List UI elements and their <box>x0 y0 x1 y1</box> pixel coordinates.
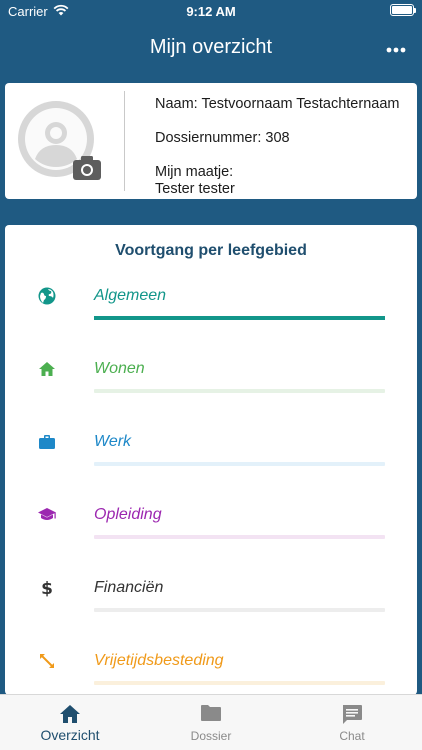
area-progress-bar <box>94 681 385 685</box>
area-financien[interactable]: $ Financiën <box>5 578 417 638</box>
expand-arrows-icon <box>37 651 57 671</box>
area-label: Wonen <box>94 360 145 377</box>
tab-label: Overzicht <box>40 727 100 743</box>
profile-name: Naam: Testvoornaam Testachternaam <box>155 96 400 112</box>
tab-chat[interactable]: Chat <box>282 695 422 750</box>
briefcase-icon <box>37 432 57 452</box>
area-opleiding[interactable]: Opleiding <box>5 505 417 565</box>
area-progress-bar <box>94 462 385 466</box>
area-vrijetijdsbesteding[interactable]: Vrijetijdsbesteding <box>5 651 417 695</box>
home-icon <box>37 359 57 379</box>
home-icon <box>0 704 140 726</box>
profile-card: Naam: Testvoornaam Testachternaam Dossie… <box>5 83 417 199</box>
profile-buddy-name: Tester tester <box>155 181 235 197</box>
tab-dossier[interactable]: Dossier <box>141 695 281 750</box>
more-horizontal-icon[interactable] <box>384 38 408 62</box>
nav-bar: Mijn overzicht <box>0 22 422 78</box>
progress-title: Voortgang per leefgebied <box>115 242 307 259</box>
globe-icon <box>37 286 57 306</box>
profile-info: Naam: Testvoornaam Testachternaam Dossie… <box>155 96 411 198</box>
area-label: Vrijetijdsbesteding <box>94 652 224 669</box>
progress-card: Voortgang per leefgebied Algemeen Wonen … <box>5 225 417 695</box>
area-progress-bar <box>94 316 385 320</box>
tab-label: Dossier <box>190 729 232 743</box>
tab-bar: Overzicht Dossier Chat <box>0 694 422 750</box>
area-progress-fill <box>94 316 385 320</box>
area-label: Financiën <box>94 579 164 596</box>
tab-label: Chat <box>339 729 365 743</box>
graduation-cap-icon <box>37 505 57 525</box>
profile-buddy-label: Mijn maatje: <box>155 164 234 180</box>
tab-overzicht[interactable]: Overzicht <box>0 695 140 750</box>
avatar[interactable] <box>16 99 102 185</box>
area-progress-bar <box>94 608 385 612</box>
profile-dossier-number: Dossiernummer: 308 <box>155 130 290 146</box>
camera-icon[interactable] <box>72 155 102 181</box>
dollar-icon: $ <box>37 578 57 598</box>
area-werk[interactable]: Werk <box>5 432 417 492</box>
area-progress-bar <box>94 535 385 539</box>
area-progress-bar <box>94 389 385 393</box>
svg-text:$: $ <box>41 579 53 598</box>
folder-icon <box>141 704 281 726</box>
area-algemeen[interactable]: Algemeen <box>5 286 417 346</box>
divider <box>124 91 125 191</box>
status-bar: Carrier 9:12 AM <box>0 0 422 22</box>
battery-fill <box>392 6 412 14</box>
area-label: Algemeen <box>94 287 167 304</box>
status-time: 9:12 AM <box>186 4 236 19</box>
chat-icon <box>282 704 422 726</box>
area-wonen[interactable]: Wonen <box>5 359 417 419</box>
page-title: Mijn overzicht <box>149 36 273 58</box>
battery-icon <box>390 4 416 16</box>
area-label: Werk <box>94 433 132 450</box>
area-label: Opleiding <box>94 506 162 523</box>
